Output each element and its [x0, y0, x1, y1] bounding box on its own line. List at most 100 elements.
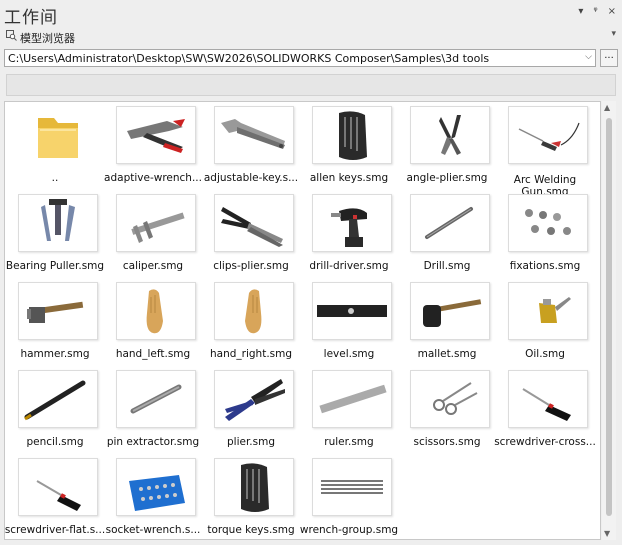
model-thumbnail[interactable] — [116, 282, 196, 340]
model-thumbnail[interactable] — [508, 282, 588, 340]
chevron-down-icon[interactable]: ▾ — [611, 29, 616, 39]
model-thumbnail[interactable] — [312, 282, 392, 340]
model-label: screwdriver-cross... — [494, 436, 596, 448]
model-tile[interactable]: clips-plier.smg — [201, 192, 301, 278]
path-value[interactable]: C:\Users\Administrator\Desktop\SW\SW2026… — [8, 52, 489, 65]
model-tile[interactable]: wrench-group.smg — [299, 456, 399, 539]
close-icon[interactable]: × — [608, 6, 616, 17]
model-thumbnail[interactable] — [116, 458, 196, 516]
model-label: pencil.smg — [26, 436, 84, 448]
wrench-group-icon — [321, 480, 383, 494]
model-thumbnail[interactable] — [116, 106, 196, 164]
model-tile[interactable]: Oil.smg — [495, 280, 595, 366]
model-tile[interactable]: level.smg — [299, 280, 399, 366]
chevron-down-icon[interactable]: ⌵ — [585, 52, 592, 62]
model-thumbnail[interactable] — [214, 106, 294, 164]
model-thumbnail[interactable] — [410, 194, 490, 252]
scissors-icon — [433, 382, 478, 415]
model-tile[interactable]: Bearing Puller.smg — [5, 192, 105, 278]
model-tile[interactable]: Arc Welding Gun.smg — [495, 104, 595, 198]
model-thumbnail[interactable] — [312, 458, 392, 516]
model-tile[interactable]: pin extractor.smg — [103, 368, 203, 454]
model-tile[interactable]: hand_right.smg — [201, 280, 301, 366]
model-thumbnail[interactable] — [312, 370, 392, 428]
vertical-scrollbar[interactable]: ▲ ▼ — [602, 101, 616, 540]
model-label: .. — [51, 172, 59, 184]
model-browser-header: 模型浏览器 ▾ — [0, 28, 622, 46]
model-tile[interactable]: Drill.smg — [397, 192, 497, 278]
browse-button[interactable]: ... — [600, 49, 618, 67]
model-tile[interactable]: caliper.smg — [103, 192, 203, 278]
clips-plier-icon — [221, 207, 283, 247]
model-tile[interactable]: angle-plier.smg — [397, 104, 497, 190]
model-label: plier.smg — [226, 436, 275, 448]
model-thumbnail[interactable] — [214, 370, 294, 428]
panel-menu-icon[interactable]: ▾ — [578, 6, 583, 17]
socket-wrench-icon — [129, 475, 185, 511]
model-tile[interactable]: fixations.smg — [495, 192, 595, 278]
model-tile[interactable]: torque keys.smg — [201, 456, 301, 539]
model-thumbnail[interactable] — [18, 458, 98, 516]
plier-icon — [225, 379, 285, 421]
model-thumbnail[interactable] — [312, 106, 392, 164]
scrollbar-thumb[interactable] — [606, 118, 612, 516]
model-tile[interactable]: hammer.smg — [5, 280, 105, 366]
model-thumbnail[interactable] — [116, 194, 196, 252]
model-label: caliper.smg — [122, 260, 184, 272]
model-label: level.smg — [323, 348, 375, 360]
model-tile[interactable]: screwdriver-flat.s... — [4, 456, 106, 539]
filter-bar — [6, 74, 616, 96]
model-tile[interactable]: allen keys.smg — [299, 104, 399, 190]
model-tile[interactable]: scissors.smg — [397, 368, 497, 454]
model-thumbnail[interactable] — [116, 370, 196, 428]
model-label: torque keys.smg — [207, 524, 295, 536]
scroll-down-icon[interactable]: ▼ — [604, 529, 610, 538]
arc-welding-gun-icon — [518, 122, 580, 151]
model-tile[interactable]: plier.smg — [201, 368, 301, 454]
path-combobox[interactable]: C:\Users\Administrator\Desktop\SW\SW2026… — [4, 49, 596, 67]
panel-title: 工作间 — [4, 8, 58, 28]
model-thumbnail[interactable] — [508, 370, 588, 428]
drill-bit-icon — [425, 207, 473, 239]
hammer-icon — [27, 301, 84, 323]
model-label: fixations.smg — [509, 260, 581, 272]
pin-icon[interactable]: ᵠ — [593, 6, 597, 17]
model-thumbnail[interactable] — [214, 282, 294, 340]
scroll-up-icon[interactable]: ▲ — [604, 103, 610, 112]
model-thumbnail[interactable] — [18, 194, 98, 252]
model-tile[interactable]: adaptive-wrench... — [103, 104, 203, 190]
mallet-icon — [423, 299, 482, 327]
bearing-puller-icon — [41, 199, 75, 241]
model-thumbnail[interactable] — [410, 106, 490, 164]
model-thumbnail[interactable] — [214, 194, 294, 252]
model-thumbnail[interactable] — [410, 370, 490, 428]
model-label: screwdriver-flat.s... — [4, 524, 106, 536]
model-thumbnail[interactable] — [312, 194, 392, 252]
screwdriver-cross-icon — [522, 388, 571, 421]
model-thumbnail[interactable] — [214, 458, 294, 516]
pin-extractor-icon — [130, 384, 182, 414]
ruler-icon — [319, 384, 387, 414]
model-tile[interactable]: screwdriver-cross... — [494, 368, 596, 454]
model-thumbnail[interactable] — [18, 370, 98, 428]
model-thumbnail[interactable] — [508, 106, 588, 164]
model-thumbnail[interactable] — [18, 106, 98, 164]
model-tile[interactable]: pencil.smg — [5, 368, 105, 454]
model-label: hand_left.smg — [115, 348, 191, 360]
allen-keys-icon — [339, 111, 367, 160]
model-tile[interactable]: drill-driver.smg — [299, 192, 399, 278]
hand-right-icon — [245, 289, 262, 334]
model-thumbnail[interactable] — [18, 282, 98, 340]
model-tile[interactable]: socket-wrench.s... — [103, 456, 203, 539]
model-thumbnail[interactable] — [508, 194, 588, 252]
model-tile[interactable]: adjustable-key.s... — [201, 104, 301, 190]
model-grid: .. adaptive-wrench... adjustable-key.s... a… — [4, 101, 601, 540]
model-tile[interactable]: mallet.smg — [397, 280, 497, 366]
model-tile[interactable]: ruler.smg — [299, 368, 399, 454]
model-tile[interactable]: hand_left.smg — [103, 280, 203, 366]
model-thumbnail[interactable] — [410, 282, 490, 340]
model-label: pin extractor.smg — [106, 436, 200, 448]
model-tile[interactable]: .. — [5, 104, 105, 190]
adjustable-key-icon — [221, 119, 285, 149]
model-label: wrench-group.smg — [299, 524, 399, 536]
